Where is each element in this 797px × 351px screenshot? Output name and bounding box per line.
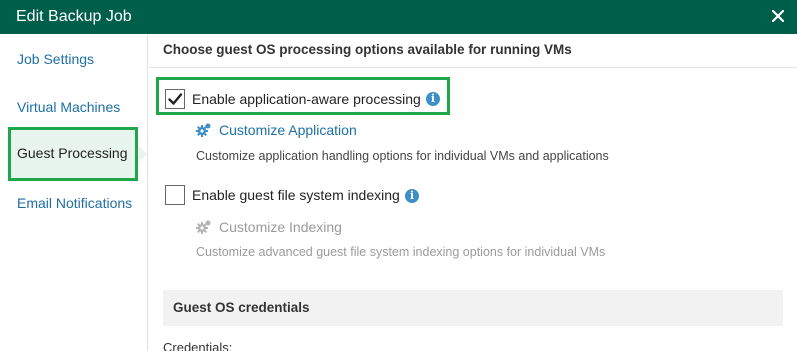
sidebar-item-job-settings[interactable]: Job Settings xyxy=(17,51,94,67)
gear-icon xyxy=(196,220,211,234)
close-icon[interactable] xyxy=(767,4,789,28)
active-item-pointer xyxy=(139,146,147,162)
info-icon[interactable]: i xyxy=(426,92,440,106)
customize-indexing-label: Customize Indexing xyxy=(219,219,342,235)
sidebar-item-email-notifications[interactable]: Email Notifications xyxy=(17,195,132,211)
indexing-description: Customize advanced guest file system ind… xyxy=(196,245,606,259)
credentials-section-header: Guest OS credentials xyxy=(163,290,783,326)
sidebar: Job Settings Virtual Machines Guest Proc… xyxy=(0,34,148,351)
title-bar: Edit Backup Job xyxy=(0,0,797,34)
sidebar-item-guest-processing[interactable]: Guest Processing xyxy=(8,127,138,181)
app-aware-checkbox[interactable] xyxy=(165,89,185,109)
app-aware-label[interactable]: Enable application-aware processing xyxy=(192,91,421,107)
section-divider xyxy=(149,67,797,68)
indexing-label[interactable]: Enable guest file system indexing xyxy=(192,187,400,203)
gear-icon xyxy=(196,123,211,137)
app-aware-description: Customize application handling options f… xyxy=(196,149,609,163)
customize-indexing-link[interactable]: Customize Indexing xyxy=(196,219,342,235)
customize-application-link[interactable]: Customize Application xyxy=(196,122,357,138)
section-title: Choose guest OS processing options avail… xyxy=(163,42,572,57)
credentials-section-title: Guest OS credentials xyxy=(173,300,310,315)
window-title: Edit Backup Job xyxy=(16,8,132,25)
indexing-checkbox[interactable] xyxy=(165,185,185,205)
main-content: Choose guest OS processing options avail… xyxy=(149,34,797,351)
sidebar-item-virtual-machines[interactable]: Virtual Machines xyxy=(17,99,120,115)
checkmark-icon xyxy=(168,93,183,105)
sidebar-item-label: Guest Processing xyxy=(17,145,128,161)
credentials-label: Credentials: xyxy=(163,340,233,351)
info-icon[interactable]: i xyxy=(405,189,419,203)
customize-application-label: Customize Application xyxy=(219,122,357,138)
